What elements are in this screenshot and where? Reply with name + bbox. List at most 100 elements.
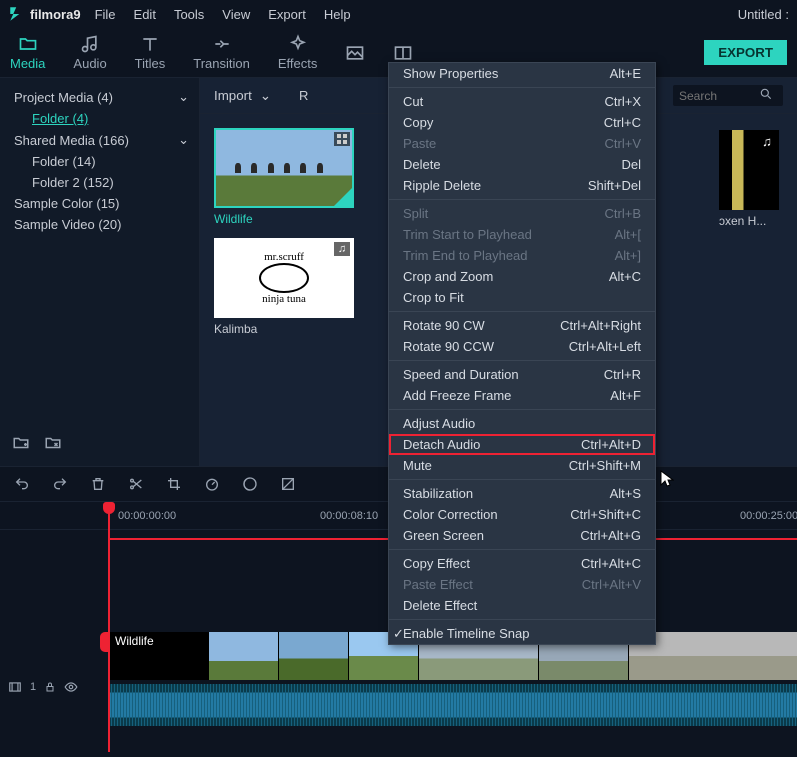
menu-view[interactable]: View: [222, 7, 250, 22]
menu-item-shortcut: Alt+]: [615, 248, 641, 263]
menu-item-label: Rotate 90 CCW: [403, 339, 494, 354]
menu-item-label: Cut: [403, 94, 423, 109]
delete-folder-icon[interactable]: [44, 434, 62, 455]
undo-icon[interactable]: [14, 476, 30, 492]
menu-item-shortcut: Ctrl+Shift+C: [570, 507, 641, 522]
sidebar-item[interactable]: Project Media (4)⌄: [0, 86, 199, 108]
tab-media[interactable]: Media: [10, 34, 45, 71]
splitscreen-icon: [393, 43, 413, 63]
time-label: 00:00:25:00: [740, 510, 797, 522]
speed-icon[interactable]: [204, 476, 220, 492]
search-box[interactable]: [673, 85, 783, 106]
menu-tools[interactable]: Tools: [174, 7, 204, 22]
menu-item-label: Paste: [403, 136, 436, 151]
sidebar-item-label: Folder (4): [32, 111, 88, 126]
project-title: Untitled :: [738, 7, 789, 22]
app-logo: filmora9: [8, 5, 81, 23]
context-menu-item[interactable]: MuteCtrl+Shift+M: [389, 455, 655, 476]
context-menu-item[interactable]: Show PropertiesAlt+E: [389, 63, 655, 84]
export-button[interactable]: EXPORT: [704, 40, 787, 65]
crop-icon[interactable]: [166, 476, 182, 492]
redo-icon[interactable]: [52, 476, 68, 492]
sidebar-item[interactable]: Sample Color (15): [0, 193, 199, 214]
sidebar-item[interactable]: Sample Video (20): [0, 214, 199, 235]
menubar: File Edit Tools View Export Help: [95, 7, 351, 22]
menu-item-label: Trim End to Playhead: [403, 248, 528, 263]
chevron-down-icon: ⌄: [178, 89, 189, 105]
music-note-icon: ♫: [759, 134, 775, 148]
lock-icon[interactable]: [44, 681, 56, 693]
context-menu-item[interactable]: Detach Audio Ctrl+Alt+D: [389, 434, 655, 455]
context-menu-item[interactable]: DeleteDel: [389, 154, 655, 175]
record-button[interactable]: R: [299, 88, 308, 103]
sidebar-item-label: Folder (14): [32, 154, 96, 169]
playhead[interactable]: [108, 502, 110, 752]
greenscreen-icon[interactable]: [280, 476, 296, 492]
context-menu-item[interactable]: Rotate 90 CCWCtrl+Alt+Left: [389, 336, 655, 357]
menu-item-label: Paste Effect: [403, 577, 473, 592]
context-menu-item[interactable]: ✓Enable Timeline Snap: [389, 623, 655, 644]
search-input[interactable]: [679, 89, 759, 103]
menu-file[interactable]: File: [95, 7, 116, 22]
track-header[interactable]: 1: [8, 680, 78, 694]
split-icon[interactable]: [128, 476, 144, 492]
menu-edit[interactable]: Edit: [134, 7, 156, 22]
tab-elements[interactable]: [345, 43, 365, 63]
menu-item-label: Color Correction: [403, 507, 498, 522]
tab-effects[interactable]: Effects: [278, 34, 318, 71]
context-menu-item[interactable]: StabilizationAlt+S: [389, 483, 655, 504]
sidebar-item[interactable]: Folder 2 (152): [0, 172, 199, 193]
tab-splitscreen[interactable]: [393, 43, 413, 63]
context-menu-item[interactable]: Crop and ZoomAlt+C: [389, 266, 655, 287]
menu-item-shortcut: Ctrl+Alt+D: [581, 437, 641, 452]
audio-track[interactable]: [108, 684, 797, 726]
menu-item-label: Delete: [403, 157, 441, 172]
sidebar-item[interactable]: Shared Media (166)⌄: [0, 129, 199, 151]
context-menu-item[interactable]: Delete Effect: [389, 595, 655, 616]
sidebar-folder-actions: [12, 434, 62, 455]
color-icon[interactable]: [242, 476, 258, 492]
music-icon: [80, 34, 100, 54]
menu-item-label: Copy: [403, 115, 433, 130]
context-menu-item[interactable]: Green ScreenCtrl+Alt+G: [389, 525, 655, 546]
context-menu-item[interactable]: Speed and DurationCtrl+R: [389, 364, 655, 385]
sidebar-item[interactable]: Folder (4): [0, 108, 199, 129]
context-menu-item: Trim End to Playhead Alt+]: [389, 245, 655, 266]
sidebar-item[interactable]: Folder (14): [0, 151, 199, 172]
tab-titles[interactable]: Titles: [135, 34, 166, 71]
check-icon: ✓: [393, 626, 404, 642]
film-icon: [8, 680, 22, 694]
menu-item-label: Detach Audio: [403, 437, 480, 452]
context-menu-item: Trim Start to PlayheadAlt+[: [389, 224, 655, 245]
menu-item-label: Ripple Delete: [403, 178, 481, 193]
menu-item-label: Rotate 90 CW: [403, 318, 485, 333]
menu-item-label: Split: [403, 206, 428, 221]
context-menu-item[interactable]: Crop to Fit: [389, 287, 655, 308]
menu-item-label: Crop and Zoom: [403, 269, 493, 284]
delete-icon[interactable]: [90, 476, 106, 492]
thumb-label: Wildlife: [214, 208, 354, 226]
context-menu-item[interactable]: CutCtrl+X: [389, 91, 655, 112]
context-menu-item[interactable]: CopyCtrl+C: [389, 112, 655, 133]
new-folder-icon[interactable]: [12, 434, 30, 455]
menu-help[interactable]: Help: [324, 7, 351, 22]
clip-handle[interactable]: [100, 632, 110, 652]
thumb-kalimba[interactable]: mr.scruff ninja tuna ♫ Kalimba: [214, 238, 354, 336]
menu-item-label: Trim Start to Playhead: [403, 227, 532, 242]
eye-icon[interactable]: [64, 680, 78, 694]
menu-item-label: Copy Effect: [403, 556, 470, 571]
context-menu-item[interactable]: Ripple DeleteShift+Del: [389, 175, 655, 196]
tab-audio[interactable]: Audio: [73, 34, 106, 71]
context-menu-item[interactable]: Adjust Audio: [389, 413, 655, 434]
menu-item-shortcut: Ctrl+Shift+M: [569, 458, 641, 473]
menu-export[interactable]: Export: [268, 7, 306, 22]
context-menu-item[interactable]: Copy EffectCtrl+Alt+C: [389, 553, 655, 574]
import-button[interactable]: Import ⌄: [214, 88, 271, 104]
context-menu-item[interactable]: Rotate 90 CWCtrl+Alt+Right: [389, 315, 655, 336]
context-menu: Show PropertiesAlt+E CutCtrl+XCopyCtrl+C P…: [388, 62, 656, 645]
context-menu-item[interactable]: Add Freeze FrameAlt+F: [389, 385, 655, 406]
context-menu-item[interactable]: Color Correction Ctrl+Shift+C: [389, 504, 655, 525]
tab-transition[interactable]: Transition: [193, 34, 250, 71]
thumb-oxen[interactable]: ♫ ɔxen H...: [719, 130, 779, 228]
music-note-icon: ♫: [334, 242, 350, 256]
